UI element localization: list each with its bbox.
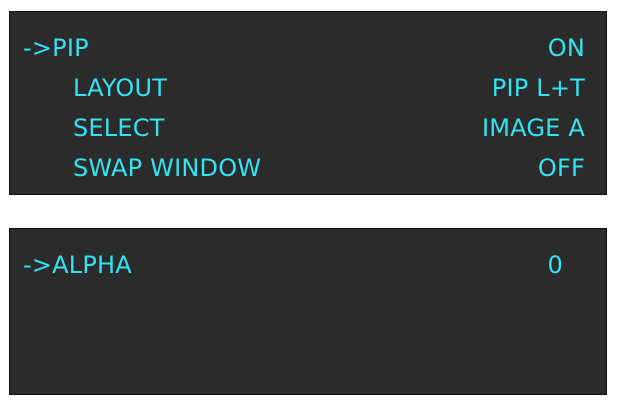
menu-item-pip[interactable]: ->PIP ON — [10, 31, 606, 65]
alpha-settings-panel: ->ALPHA 0 — [9, 228, 607, 395]
select-value: IMAGE A — [482, 114, 585, 142]
menu-item-layout[interactable]: LAYOUT PIP L+T — [10, 71, 606, 105]
menu-item-alpha[interactable]: ->ALPHA 0 — [10, 248, 606, 282]
selection-cursor: -> — [23, 251, 53, 279]
pip-value: ON — [547, 34, 585, 62]
pip-label: PIP — [52, 34, 89, 62]
select-label: SELECT — [73, 114, 165, 142]
swap-window-value: OFF — [537, 154, 585, 182]
pip-settings-panel: ->PIP ON LAYOUT PIP L+T SELECT IMAGE A S… — [9, 11, 607, 195]
alpha-label: ALPHA — [52, 251, 132, 279]
alpha-value: 0 — [547, 251, 563, 279]
menu-item-label: ->PIP — [23, 31, 89, 65]
layout-value: PIP L+T — [491, 74, 585, 102]
menu-item-select[interactable]: SELECT IMAGE A — [10, 111, 606, 145]
swap-window-label: SWAP WINDOW — [73, 154, 262, 182]
selection-cursor: -> — [23, 34, 53, 62]
layout-label: LAYOUT — [73, 74, 168, 102]
menu-item-swap-window[interactable]: SWAP WINDOW OFF — [10, 151, 606, 185]
menu-item-label: ->ALPHA — [23, 248, 132, 282]
